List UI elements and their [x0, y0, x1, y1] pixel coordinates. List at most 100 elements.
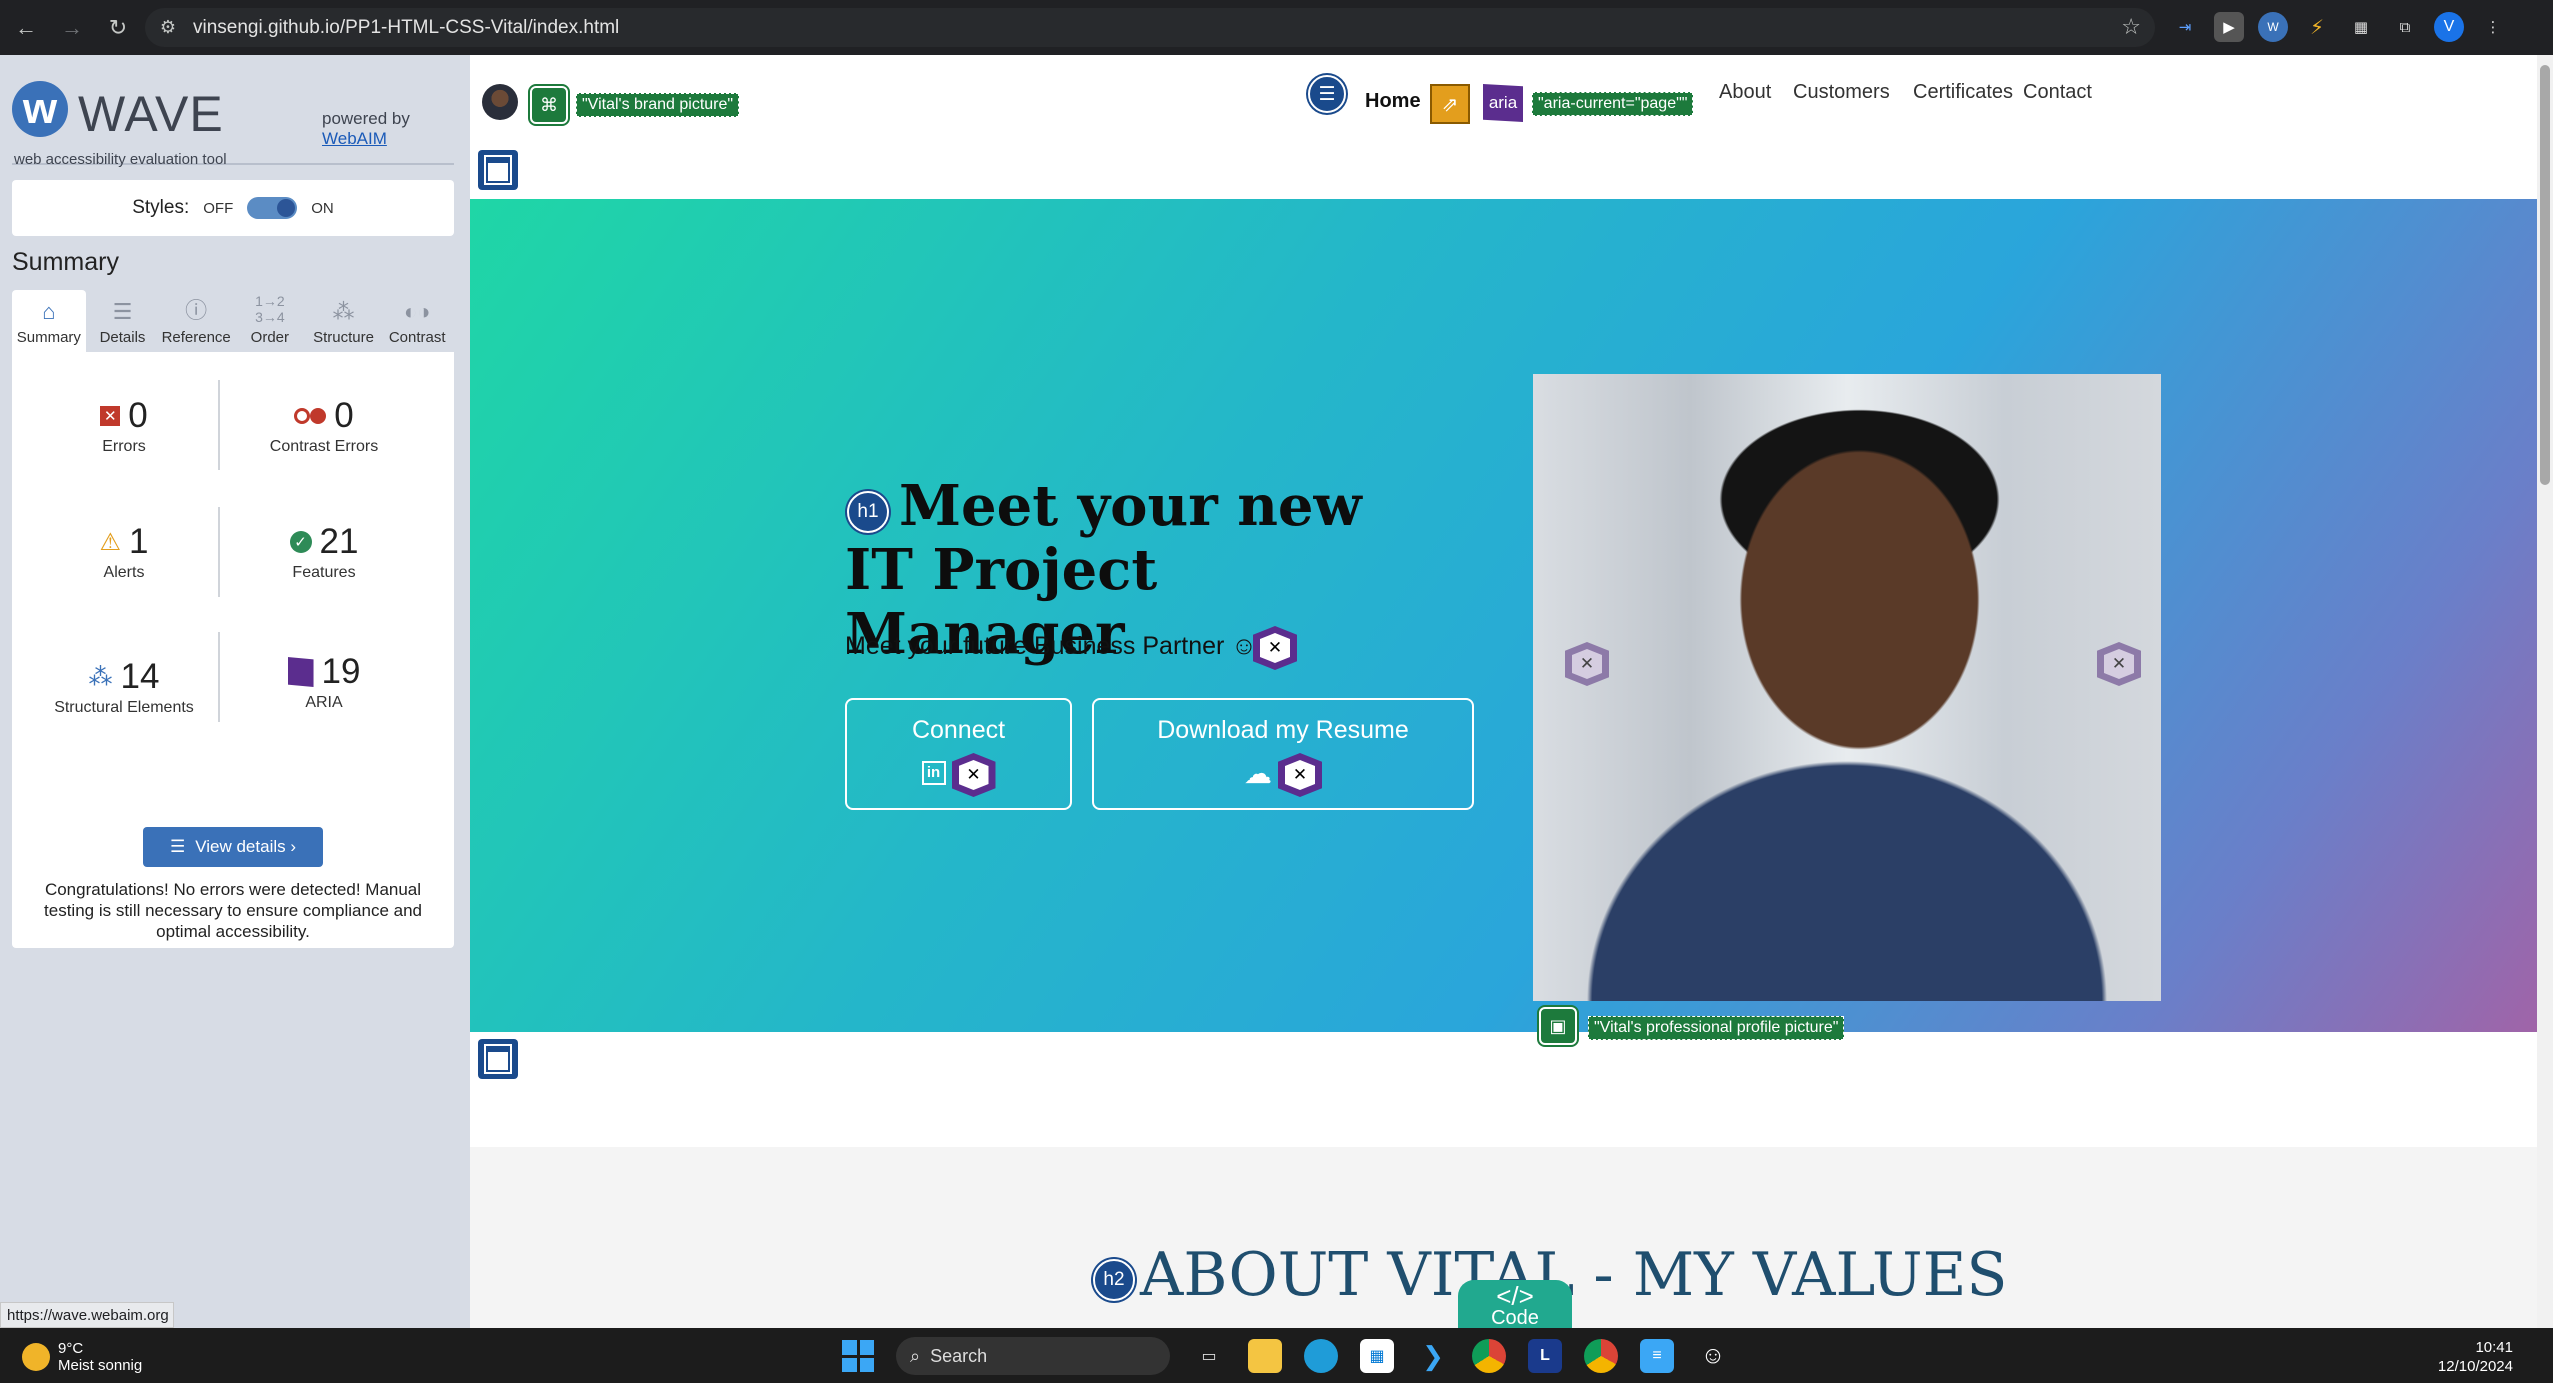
alerts-stat[interactable]: ⚠ 1 Alerts — [24, 522, 224, 582]
alt-text-icon[interactable]: ⌘ — [530, 86, 568, 124]
brand-avatar[interactable] — [482, 84, 518, 120]
taskbar-apps: ⌕ Search ▭ ▦ ❯ L ≡ ☺ — [842, 1337, 1730, 1375]
task-view-icon[interactable]: ▭ — [1192, 1339, 1226, 1373]
structure-tree-icon: ⁂ — [88, 663, 113, 691]
wave-logo-icon: w — [12, 81, 68, 137]
wave-tabs: ⌂ Summary ☰ Details ⓘ Reference 1→2 3→4 O… — [12, 290, 454, 352]
structural-stat[interactable]: ⁂ 14 Structural Elements — [24, 657, 224, 717]
connect-button[interactable]: Connect in ✕ — [845, 698, 1072, 810]
emoji-app-icon[interactable]: ☺ — [1696, 1339, 1730, 1373]
profile-alt-tag: "Vital's professional profile picture" — [1588, 1016, 1845, 1040]
tab-summary[interactable]: ⌂ Summary — [12, 290, 86, 352]
nav-link-customers[interactable]: Customers — [1793, 81, 1890, 104]
tab-structure[interactable]: ⁂ Structure — [307, 290, 381, 352]
address-bar[interactable]: ⚙ vinsengi.github.io/PP1-HTML-CSS-Vital/… — [145, 8, 2155, 47]
edge-browser-icon[interactable] — [1304, 1339, 1338, 1373]
toggle-knob — [277, 199, 296, 217]
search-icon: ⌕ — [910, 1345, 921, 1366]
header-region-icon[interactable] — [478, 150, 518, 190]
features-stat[interactable]: ✓ 21 Features — [224, 522, 424, 582]
tab-reference[interactable]: ⓘ Reference — [159, 290, 233, 352]
extension-1-icon[interactable]: ⇥ — [2170, 12, 2200, 42]
nav-link-certificates[interactable]: Certificates — [1913, 81, 2013, 104]
download-resume-button[interactable]: Download my Resume ☁ ✕ — [1092, 698, 1474, 810]
contrast-errors-label: Contrast Errors — [269, 438, 379, 455]
aria-hidden-icon[interactable]: ✕ — [1278, 753, 1322, 797]
list-icon: ☰ — [169, 837, 186, 856]
image-alt-icon[interactable]: ▣ — [1539, 1007, 1577, 1045]
browser-menu-icon[interactable]: ⋮ — [2478, 12, 2508, 42]
site-info-icon[interactable]: ⚙ — [153, 13, 183, 43]
aria-hidden-icon[interactable]: ✕ — [1565, 642, 1609, 686]
brand-alt-tag: "Vital's brand picture" — [576, 93, 740, 117]
extensions-puzzle-icon[interactable]: ⧉ — [2390, 12, 2420, 42]
taskbar-search[interactable]: ⌕ Search — [896, 1337, 1170, 1375]
nav-link-about[interactable]: About — [1719, 81, 1771, 104]
aria-stat[interactable]: 19 ARIA — [224, 652, 424, 712]
contrast-errors-stat[interactable]: 0 Contrast Errors — [224, 396, 424, 456]
main-region-icon[interactable] — [478, 1039, 518, 1079]
vscode-icon[interactable]: ❯ — [1416, 1339, 1450, 1373]
wave-code-toggle[interactable]: </> Code — [1458, 1280, 1572, 1328]
weather-widget[interactable]: 9°C Meist sonnig — [22, 1340, 142, 1374]
contrast-error-icon — [294, 408, 327, 424]
forward-icon[interactable]: → — [52, 8, 92, 48]
browser-toolbar: ← → ↻ ⚙ vinsengi.github.io/PP1-HTML-CSS-… — [0, 0, 2553, 55]
page-scrollbar[interactable] — [2537, 55, 2553, 1328]
file-explorer-icon[interactable] — [1248, 1339, 1282, 1373]
code-brackets-icon: </> — [1496, 1281, 1534, 1311]
extension-4-icon[interactable]: ⚡ — [2302, 12, 2332, 42]
features-label: Features — [292, 564, 356, 581]
system-clock[interactable]: 10:41 12/10/2024 — [2438, 1338, 2513, 1376]
extension-2-icon[interactable]: ▶ — [2214, 12, 2244, 42]
notepad-icon[interactable]: ≡ — [1640, 1339, 1674, 1373]
aria-hidden-icon[interactable]: ✕ — [2097, 642, 2141, 686]
chrome-profile-icon[interactable] — [1584, 1339, 1618, 1373]
reload-icon[interactable]: ↻ — [98, 8, 138, 48]
chrome-icon[interactable] — [1472, 1339, 1506, 1373]
scrollbar-thumb[interactable] — [2540, 65, 2550, 485]
connect-icons: in ✕ — [847, 753, 1070, 797]
errors-label: Errors — [102, 438, 146, 455]
view-details-button[interactable]: ☰ View details › — [143, 827, 323, 867]
aria-icon[interactable]: aria — [1483, 84, 1523, 122]
wave-extension-icon[interactable]: W — [2258, 12, 2288, 42]
download-icons: ☁ ✕ — [1094, 753, 1472, 797]
start-windows-icon[interactable] — [842, 1340, 874, 1372]
extensions-bar: ⇥ ▶ W ⚡ ▦ ⧉ V ⋮ — [2170, 12, 2508, 42]
about-section-title: ABOUT VITAL - MY VALUES — [1140, 1240, 2008, 1310]
clock-time: 10:41 — [2475, 1339, 2513, 1356]
tab-details[interactable]: ☰ Details — [86, 290, 160, 352]
alerts-count: 1 — [129, 522, 149, 561]
styles-off-label: OFF — [203, 199, 234, 217]
styles-toggle[interactable] — [247, 197, 298, 219]
bookmark-star-icon[interactable]: ☆ — [2121, 14, 2141, 40]
ms-store-icon[interactable]: ▦ — [1360, 1339, 1394, 1373]
errors-stat[interactable]: ✕ 0 Errors — [24, 396, 224, 456]
tab-label: Order — [250, 329, 290, 346]
alert-icon: ⚠ — [99, 528, 122, 556]
url-text: vinsengi.github.io/PP1-HTML-CSS-Vital/in… — [193, 16, 620, 38]
app-l-icon[interactable]: L — [1528, 1339, 1562, 1373]
info-icon: ⓘ — [185, 298, 208, 323]
aria-hidden-icon[interactable]: ✕ — [1253, 626, 1297, 670]
download-label: Download my Resume — [1157, 716, 1409, 744]
aria-hidden-icon[interactable]: ✕ — [951, 753, 996, 797]
structure-icon: ⁂ — [332, 299, 355, 324]
tab-order[interactable]: 1→2 3→4 Order — [233, 290, 307, 352]
webpage-viewport: ⌘ "Vital's brand picture" ☰ Home ⇗ aria … — [470, 55, 2537, 1328]
tab-contrast[interactable]: ◐◑ Contrast — [380, 290, 454, 352]
extension-5-icon[interactable]: ▦ — [2346, 12, 2376, 42]
profile-avatar[interactable]: V — [2434, 12, 2464, 42]
nav-link-home[interactable]: Home — [1365, 90, 1421, 113]
nav-link-contact[interactable]: Contact — [2023, 81, 2092, 104]
h2-badge[interactable]: h2 — [1093, 1259, 1135, 1301]
webaim-link[interactable]: WebAIM — [322, 129, 387, 149]
alert-redundant-link-icon[interactable]: ⇗ — [1430, 84, 1470, 124]
aria-flag-icon — [287, 657, 314, 687]
contrast-errors-count: 0 — [334, 396, 354, 435]
unordered-list-icon[interactable]: ☰ — [1308, 75, 1346, 113]
back-icon[interactable]: ← — [6, 8, 46, 48]
weather-text: 9°C Meist sonnig — [58, 1340, 142, 1374]
tab-label: Reference — [161, 329, 231, 346]
